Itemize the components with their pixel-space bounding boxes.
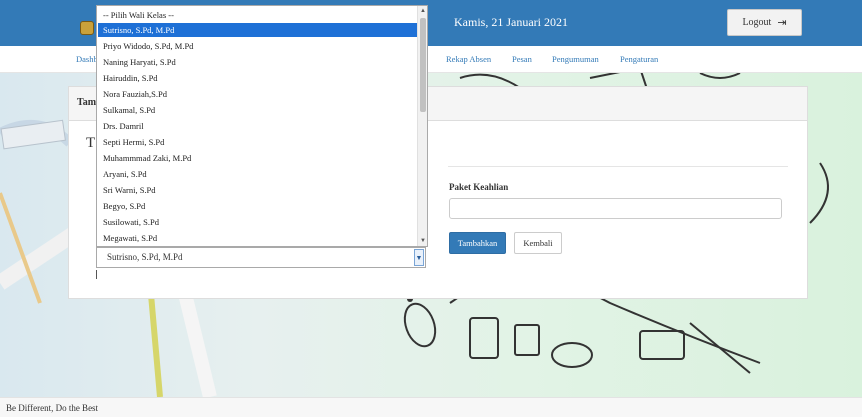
divider (448, 166, 788, 167)
nav-rekap-absen[interactable]: Rekap Absen (446, 54, 491, 64)
nav-pesan[interactable]: Pesan (512, 54, 532, 64)
scrollbar-thumb[interactable] (420, 18, 426, 112)
wali-kelas-select[interactable]: Sutrisno, S.Pd, M.Pd ▼ (96, 247, 426, 268)
dropdown-option[interactable]: Drs. Damril (98, 119, 418, 133)
kembali-button[interactable]: Kembali (514, 232, 562, 254)
nav-pengaturan[interactable]: Pengaturan (620, 54, 658, 64)
scroll-up-icon[interactable]: ▲ (418, 6, 428, 16)
dropdown-option[interactable]: Megawati, S.Pd (98, 231, 418, 245)
school-logo-icon (80, 21, 94, 35)
nav-pengumuman[interactable]: Pengumuman (552, 54, 599, 64)
dropdown-option[interactable]: Sri Warni, S.Pd (98, 183, 418, 197)
scroll-down-icon[interactable]: ▼ (418, 236, 428, 246)
dropdown-option[interactable]: Hairuddin, S.Pd (98, 71, 418, 85)
logout-label: Logout (742, 17, 772, 28)
sign-out-icon: ⇥ (777, 17, 787, 29)
nav-dashboard[interactable]: Dashb (76, 54, 98, 64)
dropdown-option[interactable]: Septi Hermi, S.Pd (98, 135, 418, 149)
paket-keahlian-input[interactable] (449, 198, 782, 219)
wali-kelas-dropdown-list[interactable]: -- Pilih Wali Kelas -- Sutrisno, S.Pd, M… (96, 5, 428, 247)
tambahkan-button[interactable]: Tambahkan (449, 232, 506, 254)
form-title: T (86, 135, 96, 151)
dropdown-option[interactable]: Susilowati, S.Pd (98, 215, 418, 229)
panel-heading: Tam (77, 97, 97, 108)
footer-tagline: Be Different, Do the Best (6, 403, 99, 413)
dropdown-option-selected[interactable]: Sutrisno, S.Pd, M.Pd (98, 23, 418, 37)
dropdown-scrollbar[interactable]: ▲ ▼ (417, 6, 427, 246)
paket-keahlian-label: Paket Keahlian (449, 182, 509, 192)
chevron-down-icon[interactable]: ▼ (414, 249, 424, 266)
dropdown-option[interactable]: Naning Haryati, S.Pd (98, 55, 418, 69)
dropdown-option[interactable]: Aryani, S.Pd (98, 167, 418, 181)
dropdown-option[interactable]: Muhammmad Zaki, M.Pd (98, 151, 418, 165)
dropdown-option[interactable]: Begyo, S.Pd (98, 199, 418, 213)
dropdown-option[interactable]: Nora Fauziah,S.Pd (98, 87, 418, 101)
dropdown-option[interactable]: -- Pilih Wali Kelas -- (98, 8, 418, 22)
current-date: Kamis, 21 Januari 2021 (454, 15, 568, 29)
logout-button[interactable]: Logout ⇥ (727, 9, 802, 36)
footer: Be Different, Do the Best (0, 397, 862, 417)
text-cursor (96, 270, 97, 279)
dropdown-option[interactable]: Sulkamal, S.Pd (98, 103, 418, 117)
wali-kelas-selected-value: Sutrisno, S.Pd, M.Pd (107, 252, 183, 262)
dropdown-option[interactable]: Priyo Widodo, S.Pd, M.Pd (98, 39, 418, 53)
